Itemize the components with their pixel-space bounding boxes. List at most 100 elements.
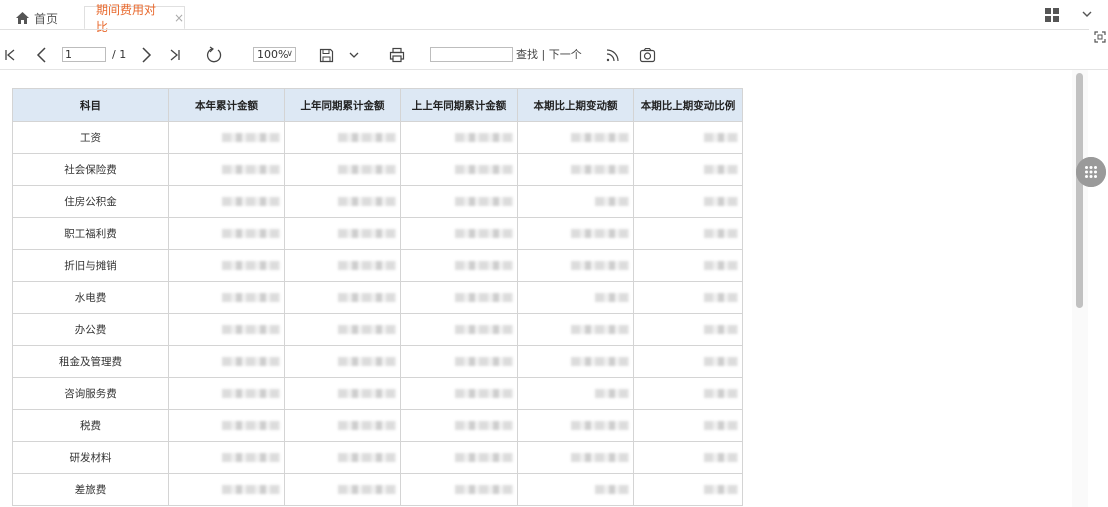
table-header-row: 科目 本年累计金额 上年同期累计金额 上上年同期累计金额 本期比上期变动额 本期… [12,88,743,122]
first-page-icon [5,49,15,61]
redacted-value-cell [400,249,518,282]
tab-period-expense[interactable]: 期间费用对比 × [84,3,185,34]
blurred-value [595,485,629,494]
blurred-value [704,261,738,270]
redacted-value-cell [517,121,634,154]
redacted-value-cell [633,409,743,442]
blurred-value [704,293,738,302]
blurred-value [704,421,738,430]
redacted-value-cell [284,153,401,186]
blurred-value [455,357,513,366]
rss-button[interactable] [602,40,622,70]
row-account-label: 住房公积金 [12,185,169,218]
snapshot-button[interactable] [637,40,657,70]
col-header-change-ratio: 本期比上期变动比例 [633,88,743,122]
zoom-select[interactable]: 100% ∨ [253,47,296,62]
redacted-value-cell [168,441,285,474]
redacted-value-cell [400,281,518,314]
chevron-down-icon [349,52,359,58]
print-button[interactable] [387,40,407,70]
redacted-value-cell [168,185,285,218]
scrollbar-thumb[interactable] [1076,73,1083,308]
redacted-value-cell [633,249,743,282]
blurred-value [222,229,280,238]
col-header-account: 科目 [12,88,169,122]
redacted-value-cell [168,377,285,410]
home-icon [16,12,29,24]
redacted-value-cell [284,217,401,250]
redacted-value-cell [633,345,743,378]
redacted-value-cell [633,473,743,506]
tab-home[interactable]: 首页 [16,7,58,29]
chevron-down-icon[interactable] [1080,7,1094,21]
redacted-value-cell [284,473,401,506]
first-page-button[interactable] [2,40,18,70]
blurred-value [455,197,513,206]
last-page-icon [170,49,180,61]
blurred-value [704,229,738,238]
row-account-label: 租金及管理费 [12,345,169,378]
redacted-value-cell [400,345,518,378]
redacted-value-cell [284,345,401,378]
save-menu-button[interactable] [346,40,362,70]
expense-comparison-table: 科目 本年累计金额 上年同期累计金额 上上年同期累计金额 本期比上期变动额 本期… [12,88,743,506]
blurred-value [222,421,280,430]
blurred-value [455,389,513,398]
redacted-value-cell [400,313,518,346]
tab-divider [0,29,1089,30]
blurred-value [455,485,513,494]
redacted-value-cell [400,217,518,250]
rss-icon [606,48,619,61]
next-page-button[interactable] [137,40,155,70]
redacted-value-cell [284,313,401,346]
floating-menu-button[interactable] [1076,157,1106,187]
row-account-label: 折旧与摊销 [12,249,169,282]
row-account-label: 办公费 [12,313,169,346]
table-row: 水电费 [12,281,743,314]
table-row: 办公费 [12,313,743,346]
page-number-input[interactable]: 1 [62,47,106,62]
blurred-value [338,261,396,270]
camera-icon [639,47,655,63]
redacted-value-cell [633,121,743,154]
redacted-value-cell [633,377,743,410]
save-button[interactable] [316,40,336,70]
row-account-label: 差旅费 [12,473,169,506]
tab-close-icon[interactable]: × [174,11,184,25]
app-grid-icon[interactable] [1045,8,1059,22]
blurred-value [338,197,396,206]
redacted-value-cell [517,345,634,378]
blurred-value [455,229,513,238]
refresh-button[interactable] [204,40,224,70]
page-total-label: / 1 [112,48,127,61]
redacted-value-cell [633,185,743,218]
blurred-value [595,197,629,206]
redacted-value-cell [168,249,285,282]
table-row: 研发材料 [12,441,743,474]
redacted-value-cell [400,153,518,186]
refresh-icon [206,46,222,63]
blurred-value [571,421,629,430]
blurred-value [338,453,396,462]
prev-page-button[interactable] [33,40,51,70]
find-input[interactable] [430,47,513,62]
redacted-value-cell [517,185,634,218]
table-row: 租金及管理费 [12,345,743,378]
redacted-value-cell [168,345,285,378]
redacted-value-cell [633,441,743,474]
redacted-value-cell [168,153,285,186]
report-viewport: 科目 本年累计金额 上年同期累计金额 上上年同期累计金额 本期比上期变动额 本期… [0,70,1072,507]
redacted-value-cell [284,185,401,218]
blurred-value [704,165,738,174]
last-page-button[interactable] [167,40,183,70]
table-row: 折旧与摊销 [12,249,743,282]
redacted-value-cell [400,441,518,474]
zoom-value: 100% [257,48,289,61]
find-next-links[interactable]: 查找 | 下一个 [516,47,582,62]
redacted-value-cell [517,409,634,442]
blurred-value [222,357,280,366]
table-row: 住房公积金 [12,185,743,218]
row-account-label: 职工福利费 [12,217,169,250]
table-row: 工资 [12,121,743,154]
blurred-value [704,325,738,334]
